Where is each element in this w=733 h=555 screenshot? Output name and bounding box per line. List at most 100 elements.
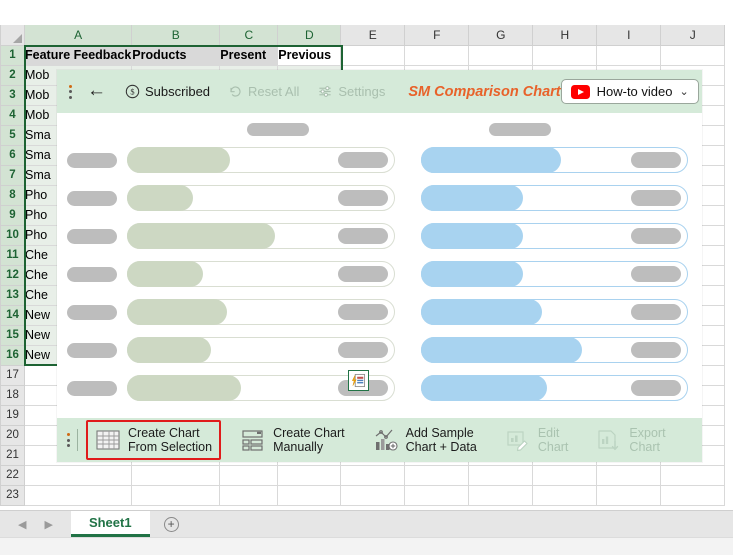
row-header-11[interactable]: 11 <box>0 244 25 266</box>
row-header-14[interactable]: 14 <box>0 304 25 326</box>
row-header-6[interactable]: 6 <box>0 144 25 166</box>
column-header-c[interactable]: C <box>219 25 279 46</box>
row-header-7[interactable]: 7 <box>0 164 25 186</box>
row-header-17[interactable]: 17 <box>0 364 25 386</box>
action-label-line1: Export <box>629 425 666 440</box>
back-arrow-icon[interactable]: ← <box>87 81 116 102</box>
cell-C22[interactable] <box>219 464 279 486</box>
row-header-13[interactable]: 13 <box>0 284 25 306</box>
settings-button[interactable]: Settings <box>308 82 394 101</box>
cell-F1[interactable] <box>404 44 470 66</box>
skeleton-value-pill <box>337 228 388 244</box>
row-header-21[interactable]: 21 <box>0 444 25 466</box>
drag-handle-icon[interactable] <box>67 84 77 99</box>
cell-A23[interactable] <box>23 484 133 506</box>
next-sheet-arrow-icon[interactable]: ▶ <box>44 518 52 531</box>
add-sheet-button[interactable]: + <box>150 511 193 537</box>
action-create-chart-from-selection[interactable]: Create Chart From Selection <box>86 419 222 461</box>
cell-J23[interactable] <box>660 484 726 506</box>
row-header-22[interactable]: 22 <box>0 464 25 486</box>
action-bar-divider <box>77 429 78 451</box>
skeleton-value-pill <box>337 152 388 168</box>
cell-E23[interactable] <box>340 484 406 506</box>
row-header-5[interactable]: 5 <box>0 124 25 146</box>
row-header-16[interactable]: 16 <box>0 344 25 366</box>
row-header-23[interactable]: 23 <box>0 484 25 506</box>
row-header-2[interactable]: 2 <box>0 64 25 86</box>
skeleton-value-pill <box>631 190 681 206</box>
column-header-a[interactable]: A <box>23 25 133 46</box>
cell-J1[interactable] <box>660 44 726 66</box>
excel-window: A B C D E F G H I J 1 Feature Feedback Pro… <box>0 0 733 555</box>
cell-H1[interactable] <box>532 44 598 66</box>
skeleton-progress-fill <box>127 337 212 363</box>
cell-D23[interactable] <box>277 484 342 506</box>
cell-H22[interactable] <box>532 464 598 486</box>
sheet-tab-sheet1[interactable]: Sheet1 <box>70 511 150 537</box>
cell-A22[interactable] <box>23 464 133 486</box>
skeleton-progress-track-blue <box>420 375 688 401</box>
cell-C1[interactable]: Present <box>219 44 279 66</box>
cell-G1[interactable] <box>468 44 534 66</box>
skeleton-row <box>67 179 688 217</box>
row-header-3[interactable]: 3 <box>0 84 25 106</box>
column-header-d[interactable]: D <box>277 25 342 46</box>
row-header-18[interactable]: 18 <box>0 384 25 406</box>
cell-G22[interactable] <box>468 464 534 486</box>
column-header-f[interactable]: F <box>404 25 470 46</box>
settings-label: Settings <box>338 84 386 99</box>
action-create-chart-manually[interactable]: Create Chart Manually <box>231 420 354 461</box>
skeleton-bar-pair <box>127 185 688 211</box>
cell-H23[interactable] <box>532 484 598 506</box>
cell-I22[interactable] <box>596 464 662 486</box>
column-header-h[interactable]: H <box>532 25 598 46</box>
cell-B1[interactable]: Products <box>131 44 221 66</box>
skeleton-title-pill-left <box>247 123 310 136</box>
how-to-video-button[interactable]: How-to video ⌄ <box>560 79 699 104</box>
row-header-20[interactable]: 20 <box>0 424 25 446</box>
cell-B23[interactable] <box>131 484 221 506</box>
row-header-1[interactable]: 1 <box>0 44 25 66</box>
cell-J22[interactable] <box>660 464 726 486</box>
skeleton-value-pill <box>337 266 388 282</box>
action-icon-2 <box>373 428 399 452</box>
action-buttons: Create Chart From Selection Create Chart Ma… <box>86 419 675 461</box>
row-header-9[interactable]: 9 <box>0 204 25 226</box>
cell-F22[interactable] <box>404 464 470 486</box>
select-all-corner[interactable] <box>0 25 25 46</box>
reset-all-button[interactable]: Reset All <box>219 82 308 101</box>
action-label-line2: Chart <box>629 440 660 454</box>
quick-analysis-button[interactable] <box>348 370 369 391</box>
prev-sheet-arrow-icon[interactable]: ◀ <box>18 518 26 531</box>
column-header-b[interactable]: B <box>131 25 221 46</box>
subscribed-button[interactable]: $ Subscribed <box>116 82 219 101</box>
action-bar-drag-handle-icon[interactable] <box>65 433 75 447</box>
cell-D1[interactable]: Previous <box>277 44 342 66</box>
cell-I23[interactable] <box>596 484 662 506</box>
cell-I1[interactable] <box>596 44 662 66</box>
cell-A1[interactable]: Feature Feedback <box>23 44 133 66</box>
cell-B22[interactable] <box>131 464 221 486</box>
row-header-15[interactable]: 15 <box>0 324 25 346</box>
action-add-sample-chart-data[interactable]: Add Sample Chart + Data <box>364 420 486 461</box>
row-header-4[interactable]: 4 <box>0 104 25 126</box>
skeleton-value-pill <box>631 266 681 282</box>
column-header-i[interactable]: I <box>596 25 662 46</box>
chart-skeleton-placeholder <box>57 113 702 418</box>
row-header-10[interactable]: 10 <box>0 224 25 246</box>
column-header-e[interactable]: E <box>340 25 406 46</box>
skeleton-progress-fill <box>127 299 228 325</box>
row-header-19[interactable]: 19 <box>0 404 25 426</box>
cell-E1[interactable] <box>340 44 406 66</box>
skeleton-value-pill <box>631 342 681 358</box>
cell-E22[interactable] <box>340 464 406 486</box>
column-header-g[interactable]: G <box>468 25 534 46</box>
row-header-12[interactable]: 12 <box>0 264 25 286</box>
column-header-j[interactable]: J <box>660 25 726 46</box>
table-row: 22 <box>0 464 726 486</box>
cell-F23[interactable] <box>404 484 470 506</box>
cell-G23[interactable] <box>468 484 534 506</box>
row-header-8[interactable]: 8 <box>0 184 25 206</box>
cell-C23[interactable] <box>219 484 279 506</box>
cell-D22[interactable] <box>277 464 342 486</box>
